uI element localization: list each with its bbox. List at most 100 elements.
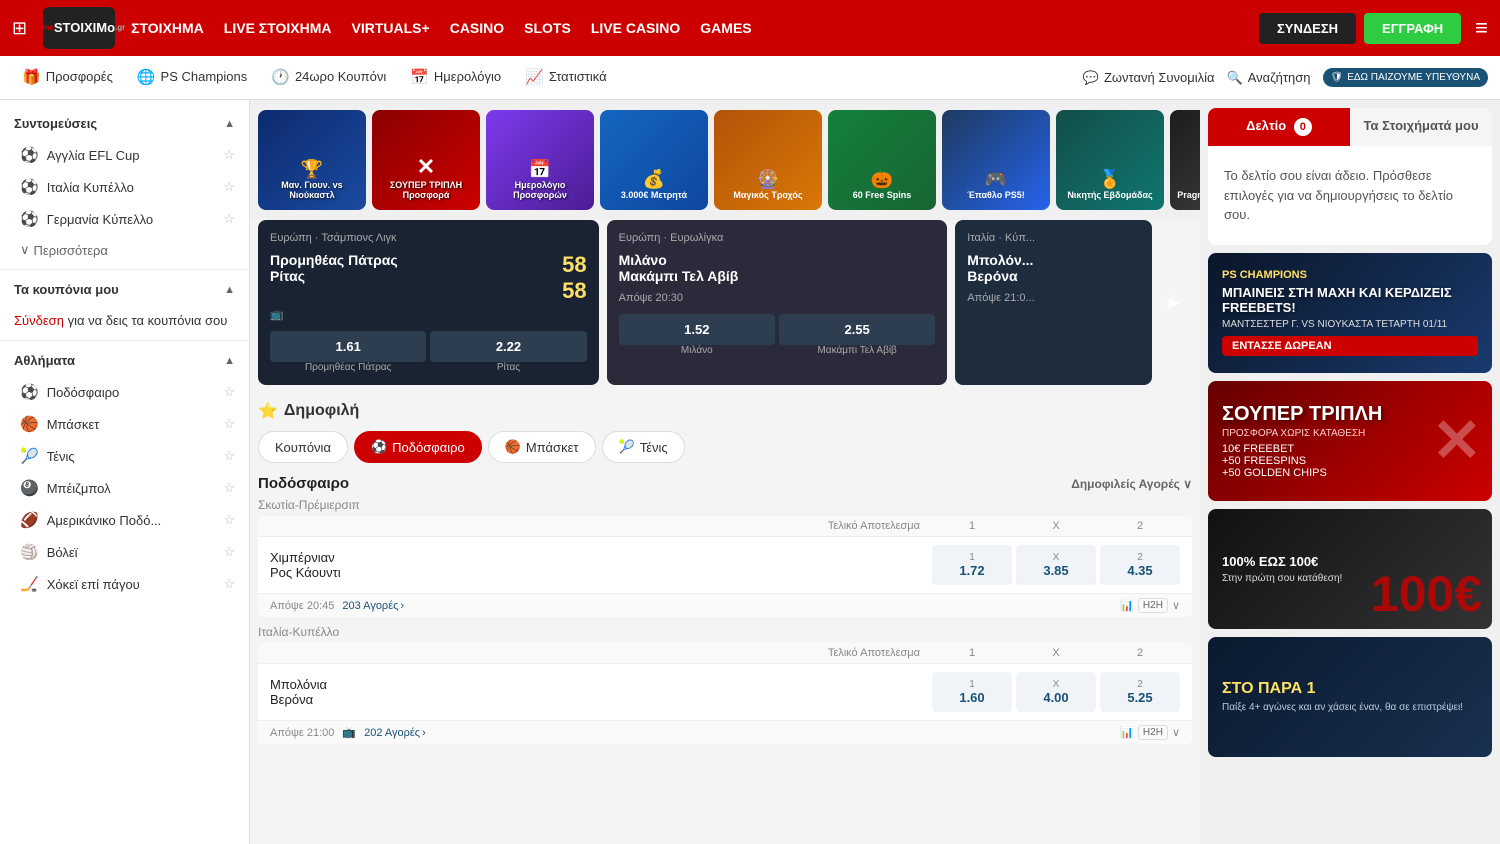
promo-card-calendar[interactable]: 💰 3.000€ Μετρητά — [600, 110, 708, 210]
baseball-star[interactable]: ☆ — [223, 480, 235, 496]
more-shortcuts[interactable]: ∨ Περισσότερα — [0, 235, 249, 265]
login-button[interactable]: ΣΥΝΔΕΣΗ — [1259, 13, 1356, 44]
live-next-arrow[interactable]: ▶ — [1160, 289, 1188, 317]
shortcuts-header[interactable]: Συντομεύσεις ▲ — [0, 108, 249, 139]
sidebar-item-basketball[interactable]: 🏀 Μπάσκετ ☆ — [0, 408, 249, 440]
banner-cta-1[interactable]: ΕΝΤΑΣΣΕ ΔΩΡΕΑΝ — [1222, 336, 1478, 356]
baseball-icon: 🎱 — [20, 479, 39, 497]
basketball-star[interactable]: ☆ — [223, 416, 235, 432]
odds-cell-2-2[interactable]: 2 5.25 — [1100, 672, 1180, 712]
match-teams-1: Χιμπέρνιαν Ρος Κάουντι — [270, 550, 924, 580]
promo-card-offer[interactable]: 📅 Ημερολόγιο Προσφορών — [486, 110, 594, 210]
football-icon-2: ⚽ — [20, 178, 39, 196]
star-icon[interactable]: ☆ — [223, 147, 235, 163]
coupon-icon: 🕐 — [271, 68, 290, 86]
nav-live-casino[interactable]: LIVE CASINO — [591, 20, 680, 36]
search-button[interactable]: 🔍 Αναζήτηση — [1227, 70, 1311, 86]
sidebar-item-germany-cup[interactable]: ⚽ Γερμανία Κύπελλο ☆ — [0, 203, 249, 235]
sidebar-item-tennis[interactable]: 🎾 Τένις ☆ — [0, 440, 249, 472]
nav-virtuals[interactable]: VIRTUALS+ — [352, 20, 430, 36]
odds-cell-2-x[interactable]: X 4.00 — [1016, 672, 1096, 712]
shortcuts-arrow: ▲ — [224, 118, 235, 130]
betslip-tab-my-bets[interactable]: Τα Στοιχήματά μου — [1350, 108, 1492, 146]
promo-card-trick-treat[interactable]: 🎃 60 Free Spins — [828, 110, 936, 210]
promo-card-super-tripl[interactable]: ✕ ΣΟΥΠΕΡ ΤΡΙΠΛΗ Προσφορά — [372, 110, 480, 210]
match-odds-header-1: Τελικό Αποτελεσμα 1 X 2 — [258, 516, 1192, 537]
sidebar-item-hockey[interactable]: 🏒 Χόκεϊ επί πάγου ☆ — [0, 568, 249, 600]
odds-1-value: 1.72 — [959, 563, 984, 578]
odds-cell-1-2[interactable]: 2 4.35 — [1100, 545, 1180, 585]
right-banner-para1[interactable]: ΣΤΟ ΠΑΡΑ 1 Παίξε 4+ αγώνες και αν χάσεις… — [1208, 637, 1492, 757]
sidebar-item-baseball[interactable]: 🎱 Μπέιζμπολ ☆ — [0, 472, 249, 504]
star-icon-3[interactable]: ☆ — [223, 211, 235, 227]
odds-cell-1-x[interactable]: X 3.85 — [1016, 545, 1096, 585]
sidebar-item-american-football[interactable]: 🏈 Αμερικάνικο Ποδό... ☆ — [0, 504, 249, 536]
nav-calendar[interactable]: 📅 Ημερολόγιο — [400, 56, 511, 99]
live-odds-btn-2[interactable]: 2.22 — [430, 331, 586, 362]
tab-football[interactable]: ⚽ Ποδόσφαιρο — [354, 431, 482, 463]
popular-section: ⭐ Δημοφιλή Κουπόνια ⚽ Ποδόσφαιρο 🏀 Μπάσκ… — [250, 393, 1200, 758]
promo-card-pragmatic[interactable]: 🎰 Pragmatic Buy Bonus — [1170, 110, 1200, 210]
nav-statistics[interactable]: 📈 Στατιστικά — [515, 56, 617, 99]
coupons-label: Τα κουπόνια μου — [14, 282, 119, 297]
popular-markets-dropdown[interactable]: Δημοφιλείς Αγορές ∨ — [1071, 477, 1192, 491]
betslip-tab-active[interactable]: Δελτίο 0 — [1208, 108, 1350, 146]
tab-basketball[interactable]: 🏀 Μπάσκετ — [488, 431, 596, 463]
volleyball-star[interactable]: ☆ — [223, 544, 235, 560]
live-odds-row-1: 1.61 Προμηθέας Πάτρας 2.22 Ρίτας — [270, 331, 587, 373]
tab-coupons[interactable]: Κουπόνια — [258, 431, 348, 463]
football-star[interactable]: ☆ — [223, 384, 235, 400]
tennis-star[interactable]: ☆ — [223, 448, 235, 464]
markets-arrow-1[interactable]: › — [400, 600, 404, 612]
match-stats-2[interactable]: 📊 H2H ∨ — [1120, 725, 1180, 740]
promo-banners-row: 🏆 Μαν. Γιουν. vs Νιούκαστλ ✕ ΣΟΥΠΕΡ ΤΡΙΠ… — [250, 100, 1200, 220]
sports-header[interactable]: Αθλήματα ▲ — [0, 345, 249, 376]
register-button[interactable]: ΕΓΓΡΑΦΗ — [1364, 13, 1461, 44]
responsible-gambling-badge[interactable]: 🛡 ΕΔΩ ΠΑΙΖΟΥΜΕ ΥΠΕΥΘΥΝΑ — [1323, 68, 1489, 87]
match-markets-2[interactable]: 202 Αγορές — [364, 727, 420, 739]
hockey-star[interactable]: ☆ — [223, 576, 235, 592]
nav-slots[interactable]: SLOTS — [524, 20, 571, 36]
promo-card-spin[interactable]: 🎡 Μαγικός Τροχός — [714, 110, 822, 210]
odds-cell-1-1[interactable]: 1 1.72 — [932, 545, 1012, 585]
grid-icon[interactable]: ⊞ — [12, 18, 27, 39]
live-odds-team1-2[interactable]: 1.52 — [619, 314, 775, 345]
odds-cell-2-1[interactable]: 1 1.60 — [932, 672, 1012, 712]
nav-24h-coupon[interactable]: 🕐 24ωρο Κουπόνι — [261, 56, 396, 99]
match-markets-1[interactable]: 203 Αγορές — [342, 600, 398, 612]
tab-tennis[interactable]: 🎾 Τένις — [602, 431, 685, 463]
match-footer-2: Απόψε 21:00 📺 202 Αγορές › 📊 H2H ∨ — [258, 720, 1192, 744]
nav-ps-champions[interactable]: 🌐 PS Champions — [127, 56, 257, 99]
promo-card-ps-champions[interactable]: 🏆 Μαν. Γιουν. vs Νιούκαστλ — [258, 110, 366, 210]
promo-card-battles[interactable]: 🎮 Έπαθλο PS5! — [942, 110, 1050, 210]
hamburger-icon[interactable]: ≡ — [1475, 15, 1488, 41]
nav-offers[interactable]: 🎁 Προσφορές — [12, 56, 123, 99]
match-stats-1[interactable]: 📊 H2H ∨ — [1120, 598, 1180, 613]
odds-x-value: 3.85 — [1043, 563, 1068, 578]
nav-games[interactable]: GAMES — [700, 20, 751, 36]
live-odds-team2-2[interactable]: 2.55 — [779, 314, 935, 345]
promo-card-weekly[interactable]: 🏅 Νικητής Εβδομάδας — [1056, 110, 1164, 210]
star-icon-2[interactable]: ☆ — [223, 179, 235, 195]
markets-arrow-2[interactable]: › — [422, 727, 426, 739]
signin-link[interactable]: Σύνδεση — [14, 313, 64, 328]
american-football-star[interactable]: ☆ — [223, 512, 235, 528]
odds-1-label: 1 — [969, 552, 975, 563]
nav-stoixima[interactable]: ΣΤΟΙΧΗΜΑ — [131, 20, 204, 36]
match-row-2: Τελικό Αποτελεσμα 1 X 2 Μπολόνια Βερόνα — [258, 643, 1192, 744]
logo[interactable]: game SΤΟΙΧΙΜο .gr — [43, 7, 115, 49]
nav-casino[interactable]: CASINO — [450, 20, 504, 36]
nav-live-stoixima[interactable]: LIVE ΣΤΟΙΧΗΜΑ — [224, 20, 332, 36]
right-banner-super-tripla[interactable]: ΣΟΥΠΕΡ ΤΡΙΠΛΗ ΠΡΟΣΦΟΡΑ ΧΩΡΙΣ ΚΑΤΑΘΕΣΗ 10… — [1208, 381, 1492, 501]
sidebar-item-football[interactable]: ⚽ Ποδόσφαιρο ☆ — [0, 376, 249, 408]
right-banner-ps-champions[interactable]: PS CHAMPIONS ΜΠΑΙΝΕΙΣ ΣΤΗ ΜΑΧΗ ΚΑΙ ΚΕΡΔΙ… — [1208, 253, 1492, 373]
sidebar-item-england-efl[interactable]: ⚽ Αγγλία EFL Cup ☆ — [0, 139, 249, 171]
right-banner-100-bonus[interactable]: 100% ΕΩΣ 100€ Στην πρώτη σου κατάθεση! 1… — [1208, 509, 1492, 629]
sidebar-item-volleyball[interactable]: 🏐 Βόλεϊ ☆ — [0, 536, 249, 568]
italy-cup-label: Ιταλία Κυπέλλο — [47, 180, 134, 195]
coupons-header[interactable]: Τα κουπόνια μου ▲ — [0, 274, 249, 305]
live-chat[interactable]: 💬 Ζωντανή Συνομιλία — [1083, 70, 1215, 86]
football-icon: ⚽ — [20, 146, 39, 164]
sidebar-item-italy-cup[interactable]: ⚽ Ιταλία Κυπέλλο ☆ — [0, 171, 249, 203]
live-odds-btn-1[interactable]: 1.61 — [270, 331, 426, 362]
